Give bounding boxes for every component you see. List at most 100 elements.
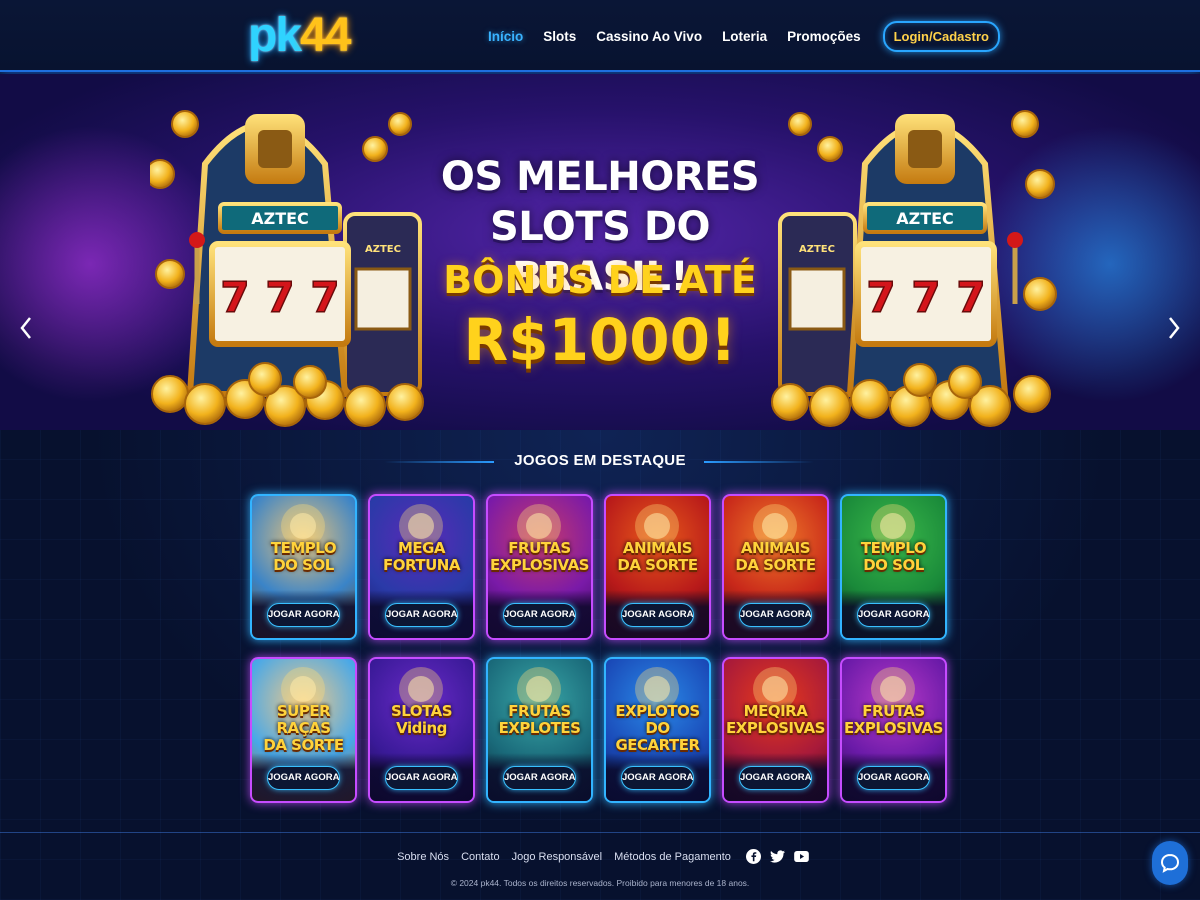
- play-now-button[interactable]: JOGAR AGORA: [857, 766, 930, 790]
- game-title-line2: EXPLOTES: [498, 719, 581, 737]
- game-title-line2: DO GECARTER: [615, 719, 700, 754]
- chat-button[interactable]: [1152, 841, 1188, 885]
- slot-machine-left: AZTEC AZTEC 7 7 7: [150, 110, 424, 427]
- play-now-button[interactable]: JOGAR AGORA: [739, 766, 812, 790]
- game-title: TEMPLO DO SOL: [254, 540, 353, 574]
- play-now-button[interactable]: JOGAR AGORA: [385, 766, 458, 790]
- game-title: MEQIRA EXPLOSIVAS: [726, 703, 825, 737]
- chat-icon: [1160, 853, 1180, 873]
- game-title: EXPLOTOS DO GECARTER: [608, 703, 707, 754]
- game-title-line2: EXPLOSIVAS: [490, 556, 589, 574]
- game-title-line2: FORTUNA: [383, 556, 460, 574]
- hero-banner[interactable]: AZTEC AZTEC 7 7 7 AZTEC AZTEC 7 7 7 OS M…: [0, 74, 1200, 430]
- game-title-line1: MEQIRA: [743, 702, 808, 720]
- footer-link-contato[interactable]: Contato: [461, 851, 500, 863]
- game-card[interactable]: FRUTAS EXPLOSIVAS JOGAR AGORA: [840, 657, 947, 803]
- game-title-line2: DA SORTE: [263, 736, 344, 754]
- facebook-icon[interactable]: [745, 849, 761, 864]
- featured-title: JOGOS EM DESTAQUE: [514, 452, 686, 469]
- game-title: FRUTAS EXPLOTES: [490, 703, 589, 737]
- game-title: FRUTAS EXPLOSIVAS: [844, 703, 943, 737]
- play-now-button[interactable]: JOGAR AGORA: [621, 603, 694, 627]
- chevron-left-icon: [20, 317, 31, 339]
- play-now-button[interactable]: JOGAR AGORA: [385, 603, 458, 627]
- nav-item-slots[interactable]: Slots: [543, 29, 576, 44]
- nav-item-promocoes[interactable]: Promoções: [787, 29, 861, 44]
- banner-headline-line1: OS MELHORES: [440, 154, 760, 200]
- game-title-line1: FRUTAS: [508, 702, 571, 720]
- game-title: ANIMAIS DA SORTE: [726, 540, 825, 574]
- login-button[interactable]: Login/Cadastro: [882, 20, 1000, 52]
- banner-prev-button[interactable]: [14, 310, 38, 346]
- game-title-line1: TEMPLO: [860, 539, 927, 557]
- svg-text:7: 7: [220, 273, 249, 322]
- play-now-button[interactable]: JOGAR AGORA: [267, 603, 340, 627]
- game-card[interactable]: TEMPLO DO SOL JOGAR AGORA: [250, 494, 357, 640]
- game-title-line1: ANIMAIS: [622, 539, 693, 557]
- game-title-line1: ANIMAIS: [740, 539, 811, 557]
- game-title-line1: EXPLOTOS: [615, 702, 700, 720]
- footer-divider: [0, 832, 1200, 833]
- nav-item-cassino-ao-vivo[interactable]: Cassino Ao Vivo: [596, 29, 702, 44]
- nav-item-inicio[interactable]: Início: [488, 29, 523, 44]
- game-title-line2: DO SOL: [273, 556, 334, 574]
- chevron-right-icon: [1169, 317, 1180, 339]
- footer-link-metodos-pagamento[interactable]: Métodos de Pagamento: [614, 851, 731, 863]
- svg-text:AZTEC: AZTEC: [251, 209, 309, 228]
- banner-bonus: BÔNUS DE ATÉ: [443, 258, 757, 302]
- game-title-line1: SLOTAS: [390, 702, 453, 720]
- play-now-button[interactable]: JOGAR AGORA: [857, 603, 930, 627]
- banner-amount: R$1000!: [463, 306, 737, 374]
- game-title: TEMPLO DO SOL: [844, 540, 943, 574]
- copyright: © 2024 pk44. Todos os direitos reservado…: [450, 878, 750, 888]
- game-title-line2: DA SORTE: [735, 556, 816, 574]
- game-title-line1: MEGA: [397, 539, 446, 557]
- play-now-button[interactable]: JOGAR AGORA: [739, 603, 812, 627]
- main-nav: Início Slots Cassino Ao Vivo Loteria Pro…: [488, 18, 1000, 54]
- game-title-line1: TEMPLO: [270, 539, 337, 557]
- svg-text:AZTEC: AZTEC: [365, 244, 401, 255]
- nav-item-loteria[interactable]: Loteria: [722, 29, 767, 44]
- footer-link-sobre-nos[interactable]: Sobre Nós: [397, 851, 449, 863]
- game-title-line2: DO SOL: [863, 556, 924, 574]
- footer-link-jogo-responsavel[interactable]: Jogo Responsável: [512, 851, 603, 863]
- game-title-line1: FRUTAS: [862, 702, 925, 720]
- game-card[interactable]: MEQIRA EXPLOSIVAS JOGAR AGORA: [722, 657, 829, 803]
- game-title: SLOTAS Viding: [372, 703, 471, 737]
- game-title: SUPER RAÇAS DA SORTE: [254, 703, 353, 754]
- play-now-button[interactable]: JOGAR AGORA: [621, 766, 694, 790]
- banner-next-button[interactable]: [1162, 310, 1186, 346]
- twitter-icon[interactable]: [769, 849, 785, 864]
- game-card[interactable]: SUPER RAÇAS DA SORTE JOGAR AGORA: [250, 657, 357, 803]
- svg-text:7: 7: [911, 273, 940, 322]
- svg-text:7: 7: [866, 273, 895, 322]
- game-title: ANIMAIS DA SORTE: [608, 540, 707, 574]
- game-card[interactable]: TEMPLO DO SOL JOGAR AGORA: [840, 494, 947, 640]
- footer-links: Sobre Nós Contato Jogo Responsável Métod…: [0, 849, 1200, 864]
- game-title-line1: SUPER RAÇAS: [276, 702, 331, 737]
- game-title-line2: EXPLOSIVAS: [726, 719, 825, 737]
- play-now-button[interactable]: JOGAR AGORA: [267, 766, 340, 790]
- youtube-icon[interactable]: [794, 849, 809, 864]
- svg-text:7: 7: [956, 273, 985, 322]
- game-card[interactable]: FRUTAS EXPLOTES JOGAR AGORA: [486, 657, 593, 803]
- game-card[interactable]: MEGA FORTUNA JOGAR AGORA: [368, 494, 475, 640]
- circuit-background: [0, 430, 1200, 900]
- game-card[interactable]: FRUTAS EXPLOSIVAS JOGAR AGORA: [486, 494, 593, 640]
- game-title-line2: Viding: [396, 719, 447, 737]
- game-card[interactable]: ANIMAIS DA SORTE JOGAR AGORA: [604, 494, 711, 640]
- slot-machine-right: AZTEC AZTEC 7 7 7: [771, 110, 1057, 427]
- game-card[interactable]: ANIMAIS DA SORTE JOGAR AGORA: [722, 494, 829, 640]
- game-title: FRUTAS EXPLOSIVAS: [490, 540, 589, 574]
- game-title: MEGA FORTUNA: [372, 540, 471, 574]
- game-title-line1: FRUTAS: [508, 539, 571, 557]
- svg-text:AZTEC: AZTEC: [896, 209, 954, 228]
- svg-text:AZTEC: AZTEC: [799, 244, 835, 255]
- play-now-button[interactable]: JOGAR AGORA: [503, 603, 576, 627]
- game-card[interactable]: EXPLOTOS DO GECARTER JOGAR AGORA: [604, 657, 711, 803]
- logo[interactable]: pk44: [248, 8, 351, 64]
- play-now-button[interactable]: JOGAR AGORA: [503, 766, 576, 790]
- game-card[interactable]: SLOTAS Viding JOGAR AGORA: [368, 657, 475, 803]
- game-title-line2: DA SORTE: [617, 556, 698, 574]
- svg-text:7: 7: [310, 273, 339, 322]
